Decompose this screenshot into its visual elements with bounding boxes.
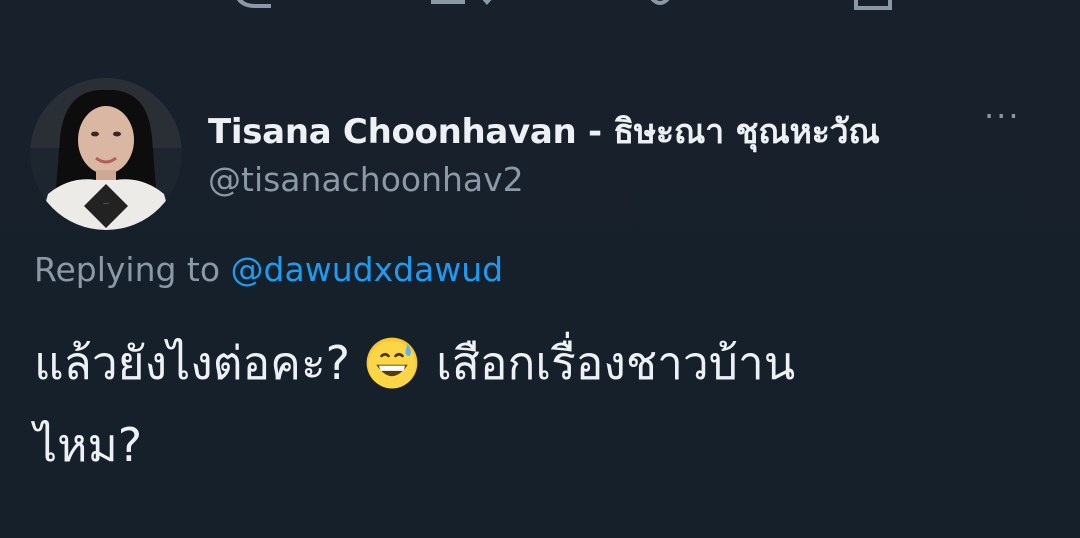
like-icon[interactable] [640,0,680,16]
tweet-view: ··· Tisana Choonhavan - ธิษะณา ชุณหะวัณ … [0,0,1080,538]
replying-to-mention[interactable]: @dawudxdawud [231,250,504,289]
replying-to-label: Replying to [34,250,221,289]
grinning-face-with-sweat-icon [366,337,418,388]
retweet-icon[interactable] [425,0,505,16]
previous-tweet-actions [0,0,1080,16]
reply-icon[interactable] [225,0,285,16]
avatar-photo: ··· [30,78,182,230]
author-name[interactable]: Tisana Choonhavan - ธิษะณา ชุณหะวัณ [208,104,880,158]
more-icon[interactable]: ··· [984,100,1030,136]
author-handle[interactable]: @tisanachoonhav2 [208,160,524,199]
svg-text:···: ··· [103,201,109,208]
tweet-text-part-b: เสือกเรื่องชาวบ้าน [436,336,796,390]
replying-to: Replying to @dawudxdawud [34,250,503,289]
tweet-text-line-2: ไหม? [34,418,143,472]
share-icon[interactable] [848,0,898,16]
avatar[interactable]: ··· [30,78,182,230]
tweet-text-line-1: แล้วยังไงต่อคะ? เสือกเรื่องชาวบ้าน [34,337,795,391]
tweet-text-part-a: แล้วยังไงต่อคะ? [34,336,351,390]
